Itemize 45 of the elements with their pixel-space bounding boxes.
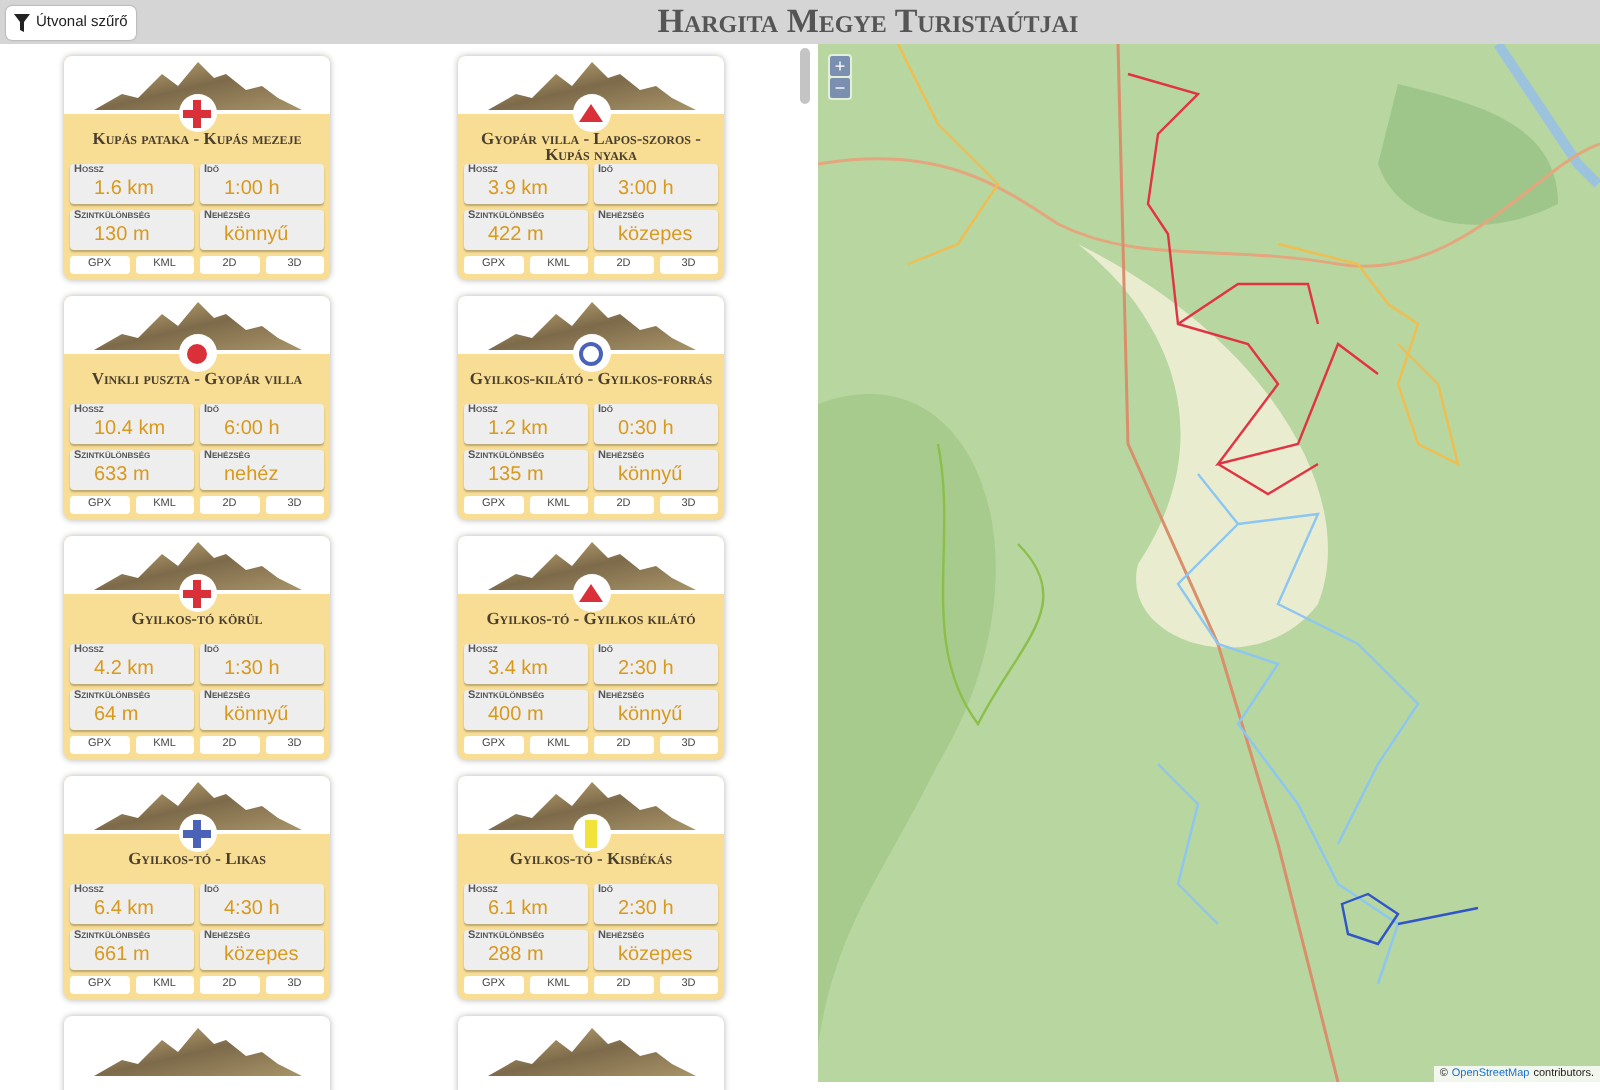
trail-title: Gyilkos-kilátó - Gyilkos-forrás (467, 366, 715, 392)
trail-title: Vinkli puszta - Gyopár villa (89, 366, 305, 392)
stat-value: könnyű (222, 704, 289, 726)
stat-value: 1.6 km (92, 178, 155, 200)
stat-value: 6:00 h (222, 418, 280, 440)
stat-value: 661 m (92, 944, 150, 966)
stat-value: 1:00 h (222, 178, 280, 200)
stat-value: 6.1 km (486, 898, 549, 920)
stat-value: 2:30 h (616, 658, 674, 680)
stat-value: 4.2 km (92, 658, 155, 680)
stat-value: 64 m (92, 704, 139, 726)
trail-title: Gyilkos-tó - Kisbékás (507, 846, 675, 872)
stat-value: 400 m (486, 704, 544, 726)
stat-value: 3.4 km (486, 658, 549, 680)
trail-card[interactable] (458, 1016, 724, 1090)
trail-title: Gyopár villa - Lapos-szoros - Kupás nyaka (479, 126, 703, 162)
filter-icon (14, 13, 30, 31)
stat-value: 288 m (486, 944, 544, 966)
stat-value: nehéz (222, 464, 279, 486)
stat-value: könnyű (616, 704, 683, 726)
stat-value: 130 m (92, 224, 150, 246)
stat-value: 1:30 h (222, 658, 280, 680)
stat-value: 3.9 km (486, 178, 549, 200)
trail-title: Gyilkos-tó - Likas (126, 846, 268, 872)
stat-value: 1.2 km (486, 418, 549, 440)
stat-value: 0:30 h (616, 418, 674, 440)
stat-value: 4:30 h (222, 898, 280, 920)
trail-card[interactable] (64, 1016, 330, 1090)
trail-title: Gyilkos-tó - Gyilkos kilátó (484, 606, 698, 632)
page-title: Hargita Megye Turistaútjai (657, 2, 1079, 42)
stat-value: 135 m (486, 464, 544, 486)
stat-value: könnyű (222, 224, 289, 246)
stat-value: 633 m (92, 464, 150, 486)
stat-value: 2:30 h (616, 898, 674, 920)
trail-title: Kupás pataka - Kupás mezeje (90, 126, 304, 152)
stat-value: 10.4 km (92, 418, 166, 440)
stat-value: könnyű (616, 464, 683, 486)
stat-value: közepes (616, 224, 693, 246)
trail-title: Gyilkos-tó körül (129, 606, 265, 632)
stat-value: közepes (616, 944, 693, 966)
stat-value: közepes (222, 944, 299, 966)
stat-value: 422 m (486, 224, 544, 246)
stat-value: 6.4 km (92, 898, 155, 920)
scrollbar-thumb[interactable] (799, 48, 809, 104)
stat-value: 3:00 h (616, 178, 674, 200)
